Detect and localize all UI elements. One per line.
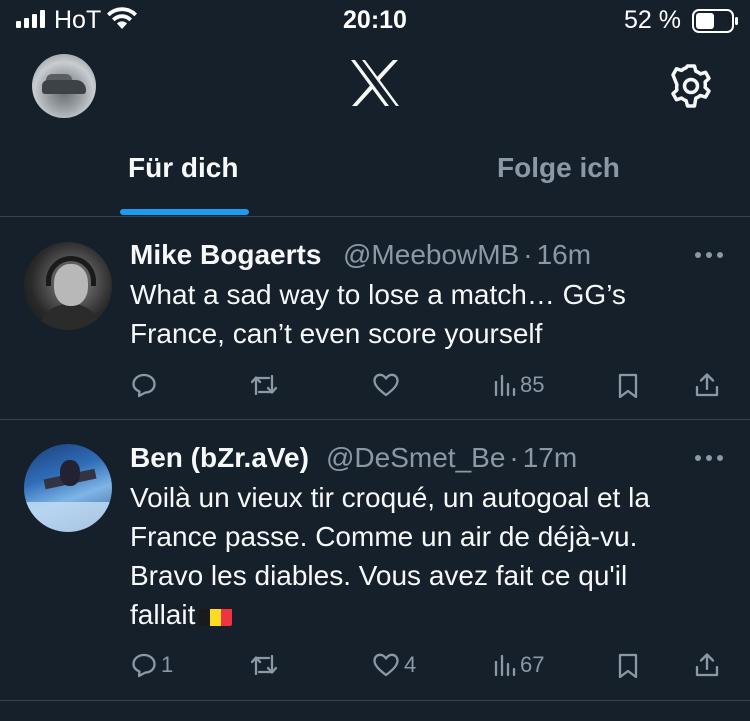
reply-icon: [132, 653, 156, 678]
view-count: 85: [520, 372, 545, 397]
views-icon: [494, 374, 516, 397]
gear-icon[interactable]: [668, 63, 714, 109]
retweet-button[interactable]: [249, 372, 283, 398]
like-button[interactable]: [372, 372, 404, 398]
author-name[interactable]: Mike Bogaerts: [130, 239, 321, 271]
heart-icon: [373, 373, 399, 397]
share-icon[interactable]: [694, 372, 720, 398]
battery-percent: 52 %: [624, 6, 681, 34]
separator: ·: [523, 239, 533, 270]
reply-button[interactable]: 1: [131, 652, 173, 678]
avatar[interactable]: [24, 444, 112, 532]
battery-icon: [692, 9, 738, 33]
tweet-text: What a sad way to lose a match… GG’s Fra…: [130, 275, 730, 353]
avatar[interactable]: [24, 242, 112, 330]
bookmark-icon[interactable]: [617, 373, 639, 399]
author-name[interactable]: Ben (bZr.aVe): [130, 442, 309, 474]
tweet-text-line: Bravo les diables. Vous avez fait ce qu'…: [130, 560, 628, 591]
tab-following[interactable]: Folge ich: [497, 152, 620, 184]
divider: [0, 700, 750, 701]
more-icon[interactable]: [694, 250, 724, 260]
views-button[interactable]: 85: [494, 372, 544, 398]
tab-for-you[interactable]: Für dich: [128, 152, 238, 184]
reply-count: 1: [161, 652, 174, 677]
more-icon[interactable]: [694, 453, 724, 463]
retweet-icon: [250, 374, 278, 396]
reply-icon: [132, 373, 156, 398]
tweet-text-line: France, can’t even score yourself: [130, 318, 543, 349]
timestamp[interactable]: 17m: [523, 442, 577, 473]
retweet-button[interactable]: [249, 652, 283, 678]
author-handle: @MeebowMB · 16m: [343, 239, 591, 271]
like-button[interactable]: 4: [372, 652, 416, 678]
profile-avatar[interactable]: [32, 54, 96, 118]
heart-icon: [373, 653, 399, 677]
handle-text[interactable]: @DeSmet_Be: [326, 442, 505, 473]
author-handle: @DeSmet_Be · 17m: [326, 442, 577, 474]
view-count: 67: [520, 652, 545, 677]
tweet-text-line: fallait: [130, 595, 730, 634]
like-count: 4: [404, 652, 417, 677]
handle-text[interactable]: @MeebowMB: [343, 239, 519, 270]
tweet[interactable]: Mike Bogaerts @MeebowMB · 16m What a sad w…: [0, 217, 750, 419]
views-icon: [494, 654, 516, 677]
tweet[interactable]: Ben (bZr.aVe) @DeSmet_Be · 17m Voilà un vi…: [0, 420, 750, 698]
timestamp[interactable]: 16m: [537, 239, 591, 270]
tweet-text-line: What a sad way to lose a match… GG’s: [130, 279, 626, 310]
active-tab-indicator: [120, 209, 249, 215]
tweet-text: Voilà un vieux tir croqué, un autogoal e…: [130, 478, 730, 634]
views-button[interactable]: 67: [494, 652, 544, 678]
bookmark-icon[interactable]: [617, 653, 639, 679]
status-bar: HoT 20:10 52 %: [0, 0, 750, 42]
tweet-text-fragment: fallait: [130, 599, 196, 630]
share-icon[interactable]: [694, 652, 720, 678]
x-logo-icon[interactable]: [349, 59, 401, 107]
retweet-icon: [250, 654, 278, 676]
reply-button[interactable]: [131, 372, 161, 398]
separator: ·: [509, 442, 519, 473]
belgian-flag-icon: [199, 603, 233, 626]
tweet-text-line: Voilà un vieux tir croqué, un autogoal e…: [130, 482, 650, 513]
tweet-text-line: France passe. Comme un air de déjà-vu.: [130, 521, 638, 552]
